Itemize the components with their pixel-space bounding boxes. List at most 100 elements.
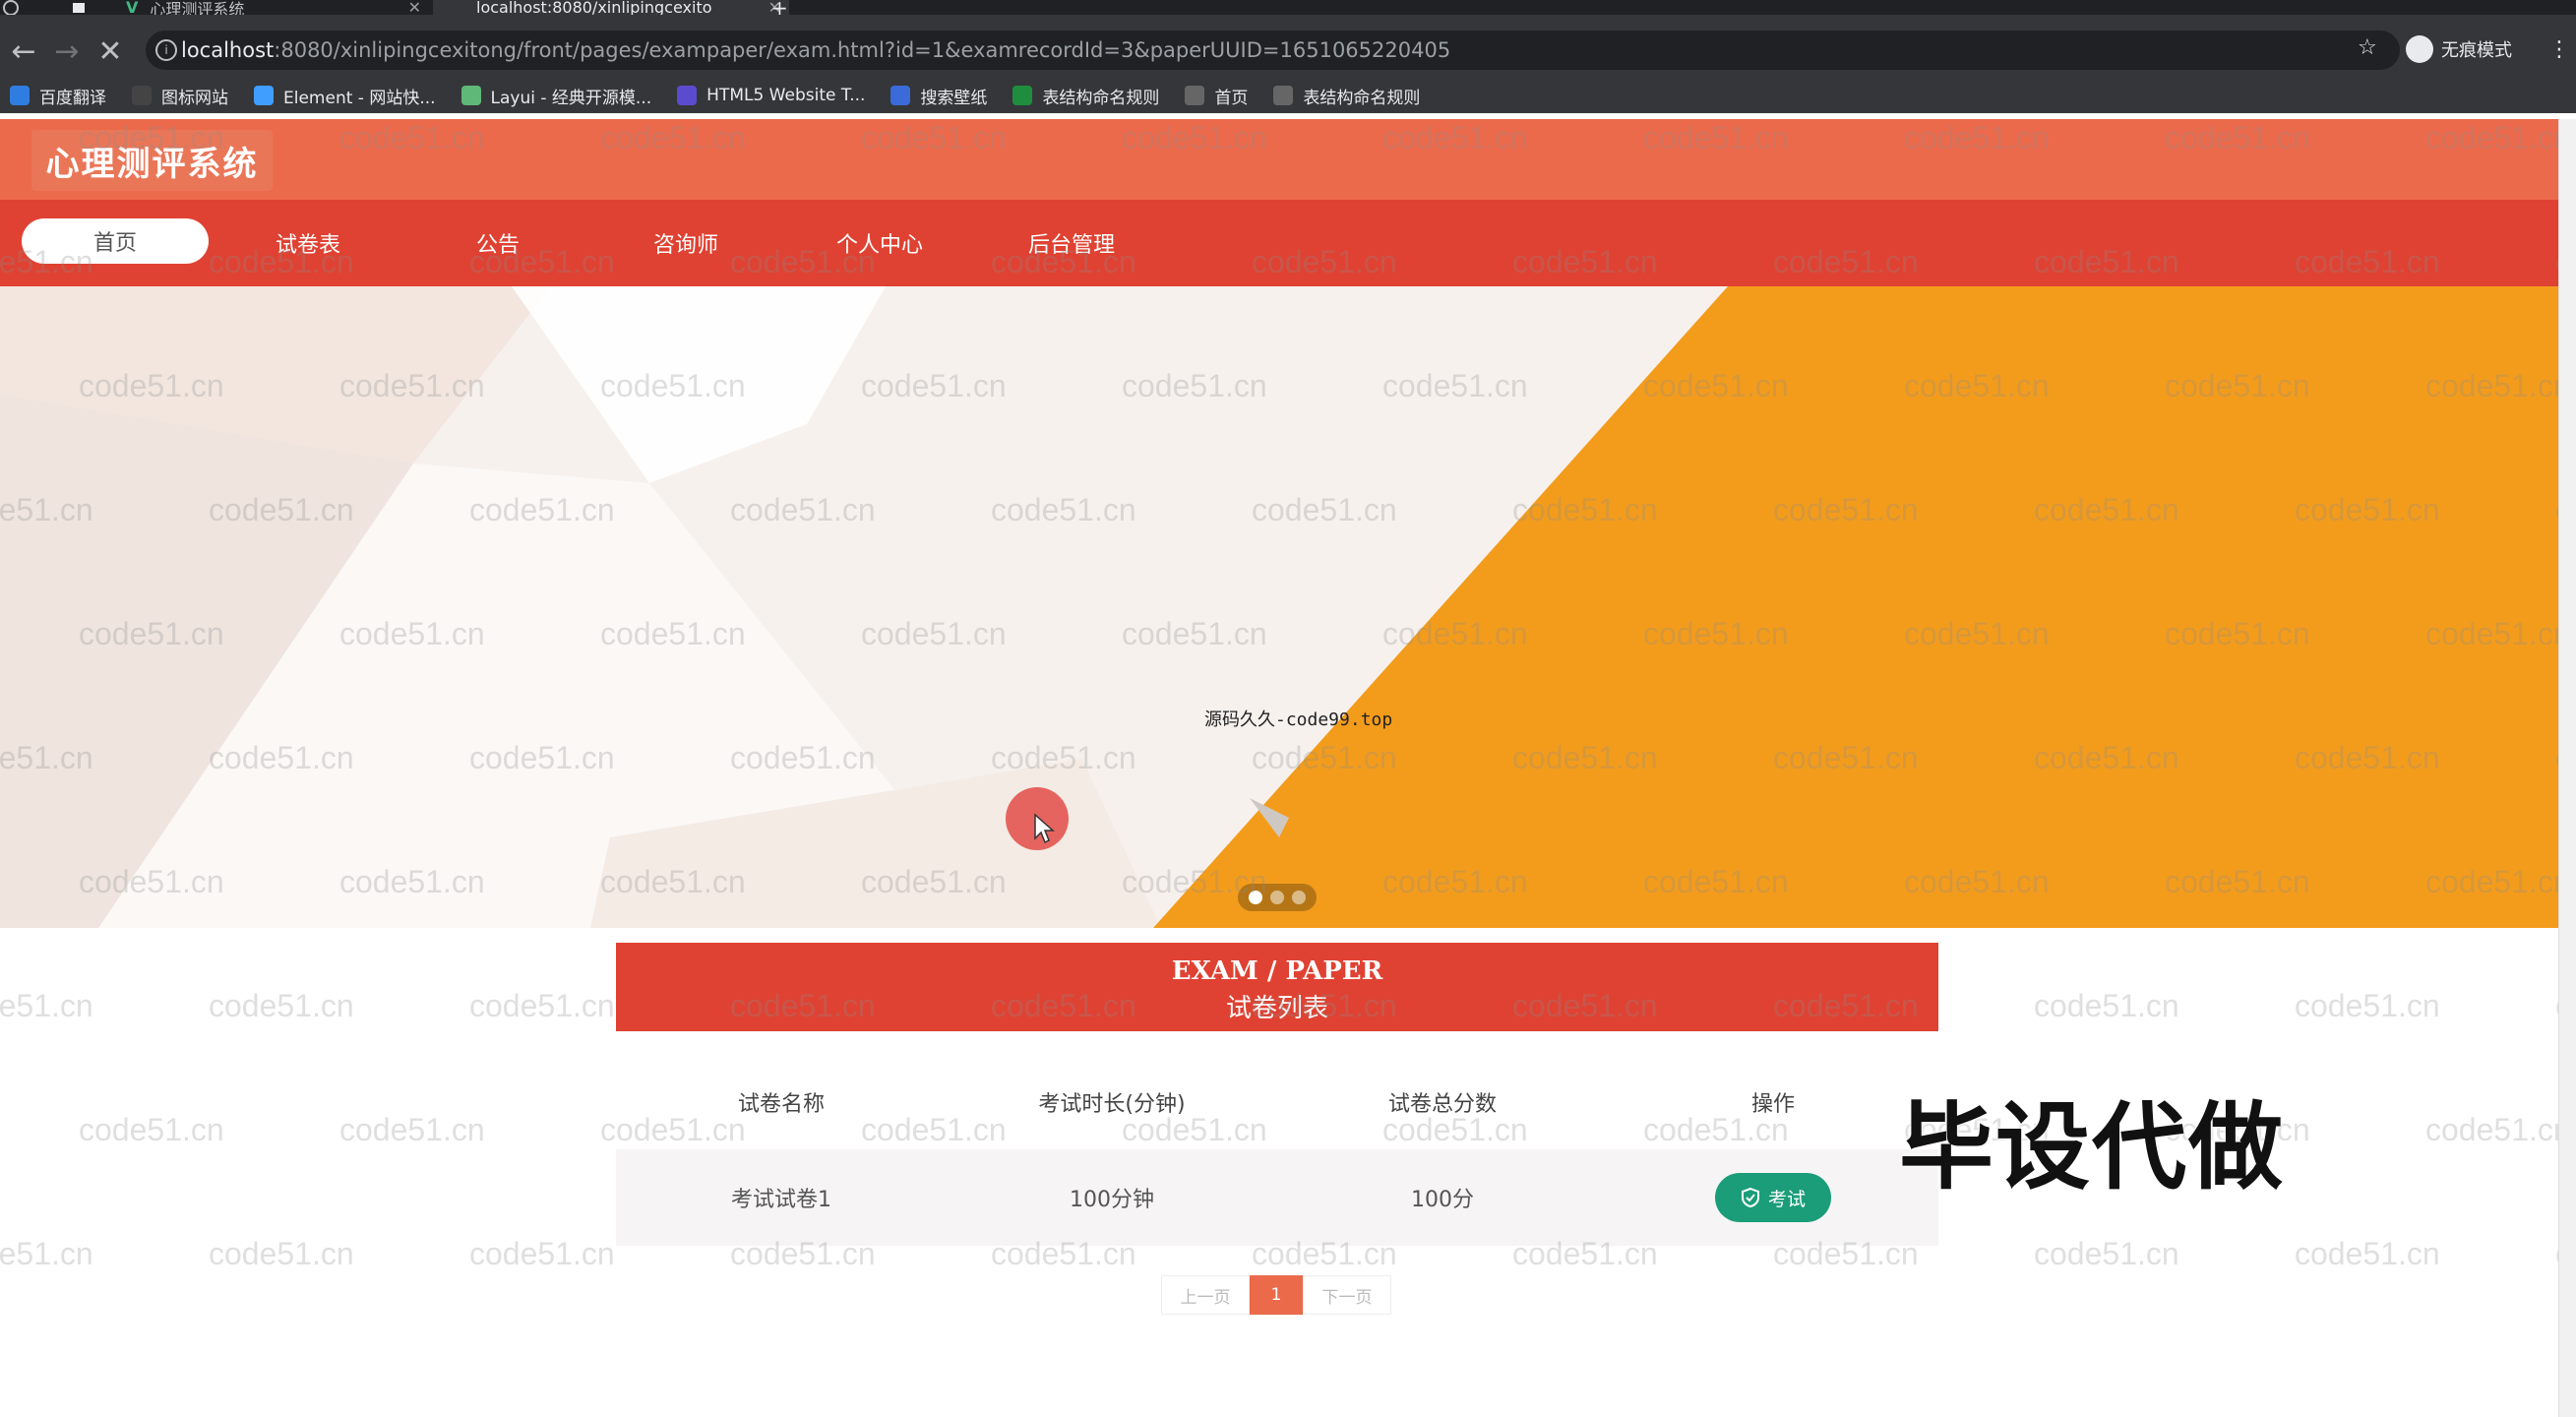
bookmark-label: 表结构命名规则 xyxy=(1303,88,1421,108)
bookmark-label: 图标网站 xyxy=(161,88,228,108)
banner-carousel[interactable] xyxy=(0,286,2558,928)
info-icon[interactable]: i xyxy=(155,39,177,61)
watermark-text: code51.cn xyxy=(2425,1112,2558,1147)
col-header-score: 试卷总分数 xyxy=(1387,1092,1497,1117)
carousel-dot[interactable] xyxy=(1249,891,1262,904)
incognito-indicator[interactable]: 无痕模式 xyxy=(2406,35,2512,63)
bookmark-item[interactable]: 图标网站 xyxy=(132,84,228,108)
watermark-text: code51.cn xyxy=(2034,1236,2179,1271)
screenshot-root: V 心理测评系统 ✕ localhost:8080/xinlipingcexit… xyxy=(0,0,2576,1417)
element-logo-icon xyxy=(254,86,274,105)
browser-menu-icon[interactable] xyxy=(0,0,22,15)
flag-icon xyxy=(132,86,152,105)
carousel-dot[interactable] xyxy=(1270,891,1284,904)
nav-home[interactable]: 首页 xyxy=(22,218,209,264)
prev-page-button[interactable]: 上一页 xyxy=(1161,1275,1250,1315)
table-header: 试卷名称 考试时长(分钟) 试卷总分数 操作 xyxy=(616,1073,1938,1132)
watermark-text: code51.cn xyxy=(209,1236,354,1271)
bookmark-label: Element - 网站快... xyxy=(283,88,436,108)
bookmark-item[interactable]: 百度翻译 xyxy=(10,84,106,108)
globe-icon xyxy=(1185,86,1205,105)
nav-announcements[interactable]: 公告 xyxy=(476,200,520,286)
page-number-button[interactable]: 1 xyxy=(1250,1275,1303,1315)
site-header xyxy=(0,119,2558,200)
watermark-text: code51.cn xyxy=(469,1236,615,1271)
mouse-cursor-icon xyxy=(1033,813,1057,848)
bookmark-item[interactable]: 表结构命名规则 xyxy=(1012,84,1159,108)
col-header-name: 试卷名称 xyxy=(737,1092,825,1117)
bookmark-label: HTML5 Website T... xyxy=(706,86,866,105)
site-logo[interactable]: 心理测评系统 xyxy=(31,130,273,191)
table-row: 考试试卷1 100分钟 100分 考试 xyxy=(616,1149,1938,1246)
bookmark-item[interactable]: 表结构命名规则 xyxy=(1273,84,1420,108)
globe-icon xyxy=(1273,86,1294,105)
sheet-icon xyxy=(1012,86,1033,105)
watermark-text: code51.cn xyxy=(0,988,93,1023)
pagination: 上一页 1 下一页 xyxy=(1161,1275,1391,1315)
col-header-duration: 考试时长(分钟) xyxy=(1038,1092,1186,1117)
vue-logo-icon: V xyxy=(126,0,139,15)
section-title-zh: 试卷列表 xyxy=(1225,994,1328,1023)
tab-title: 心理测评系统 xyxy=(150,0,245,15)
tab-search-icon[interactable] xyxy=(69,0,89,15)
tab-title: localhost:8080/xinlipingcexito xyxy=(476,0,712,15)
bookmark-label: 首页 xyxy=(1214,88,1249,108)
layui-logo-icon xyxy=(460,86,481,105)
incognito-label: 无痕模式 xyxy=(2441,40,2512,61)
star-bookmark-icon[interactable]: ☆ xyxy=(2358,35,2377,60)
shield-check-icon xyxy=(1741,1188,1759,1207)
back-arrow-icon[interactable]: ← xyxy=(4,31,43,71)
watermark-text: code51.cn xyxy=(339,1112,485,1147)
start-exam-label: 考试 xyxy=(1767,1188,1806,1210)
banner-graphic xyxy=(0,286,2558,928)
watermark-text: code51.cn xyxy=(2295,1236,2440,1271)
bookmark-item[interactable]: Element - 网站快... xyxy=(254,84,436,108)
nav-admin[interactable]: 后台管理 xyxy=(1028,200,1115,286)
baidu-translate-icon xyxy=(10,86,30,105)
next-page-button[interactable]: 下一页 xyxy=(1303,1275,1391,1315)
main-navbar xyxy=(0,200,2558,286)
section-title-en: EXAM / PAPER xyxy=(1171,956,1383,986)
browser-menu-dots-icon[interactable]: ⋮ xyxy=(2548,37,2570,62)
bookmarks-bar: 百度翻译 图标网站 Element - 网站快... Layui - 经典开源模...… xyxy=(0,78,2576,113)
section-title: EXAM / PAPER 试卷列表 xyxy=(616,943,1938,1031)
url-host: localhost xyxy=(181,38,275,62)
banner-caption: 源码久久-code99.top xyxy=(1204,709,1393,730)
incognito-icon xyxy=(2406,35,2433,63)
nav-exam-papers[interactable]: 试卷表 xyxy=(276,200,340,286)
watermark-text: code51.cn xyxy=(469,988,615,1023)
tab-psych-system[interactable]: V 心理测评系统 ✕ xyxy=(118,0,429,15)
paper-score: 100分 xyxy=(1411,1188,1474,1212)
action-cell: 考试 xyxy=(1608,1149,1938,1246)
bookmark-item[interactable]: Layui - 经典开源模... xyxy=(460,84,652,108)
carousel-dot[interactable] xyxy=(1292,891,1306,904)
carousel-indicators[interactable] xyxy=(1238,884,1317,911)
watermark-text: code51.cn xyxy=(2034,988,2179,1023)
new-tab-button[interactable]: + xyxy=(771,0,795,15)
address-bar[interactable]: i localhost:8080/xinlipingcexitong/front… xyxy=(146,31,2400,70)
u-logo-icon xyxy=(890,86,911,105)
col-header-action: 操作 xyxy=(1750,1092,1795,1117)
watermark-text: code51.cn xyxy=(0,1236,93,1271)
bookmark-label: Layui - 经典开源模... xyxy=(490,88,652,108)
start-exam-button[interactable]: 考试 xyxy=(1715,1173,1831,1222)
bookmark-label: 搜索壁纸 xyxy=(920,88,988,108)
bookmark-item[interactable]: HTML5 Website T... xyxy=(677,86,865,105)
nav-counselors[interactable]: 咨询师 xyxy=(653,200,718,286)
html5-template-icon xyxy=(677,86,698,105)
bookmark-item[interactable]: 首页 xyxy=(1185,84,1248,108)
watermark-text: code51.cn xyxy=(209,988,354,1023)
tab-localhost[interactable]: localhost:8080/xinlipingcexito ✕ xyxy=(433,0,789,15)
watermark-text: code51.cn xyxy=(79,1112,224,1147)
url-path: :8080/xinlipingcexitong/front/pages/exam… xyxy=(274,38,1451,62)
page-scrollbar[interactable] xyxy=(2558,119,2576,1417)
stop-loading-icon[interactable]: ✕ xyxy=(91,31,130,71)
nav-personal-center[interactable]: 个人中心 xyxy=(836,200,923,286)
bookmark-label: 百度翻译 xyxy=(39,88,106,108)
bookmark-item[interactable]: 搜索壁纸 xyxy=(890,84,987,108)
paper-duration: 100分钟 xyxy=(1070,1188,1154,1212)
forward-arrow-icon[interactable]: → xyxy=(47,31,87,71)
bookmark-label: 表结构命名规则 xyxy=(1042,88,1160,108)
close-icon[interactable]: ✕ xyxy=(400,0,429,15)
overlay-promo-text: 毕设代做 xyxy=(1899,1092,2285,1202)
